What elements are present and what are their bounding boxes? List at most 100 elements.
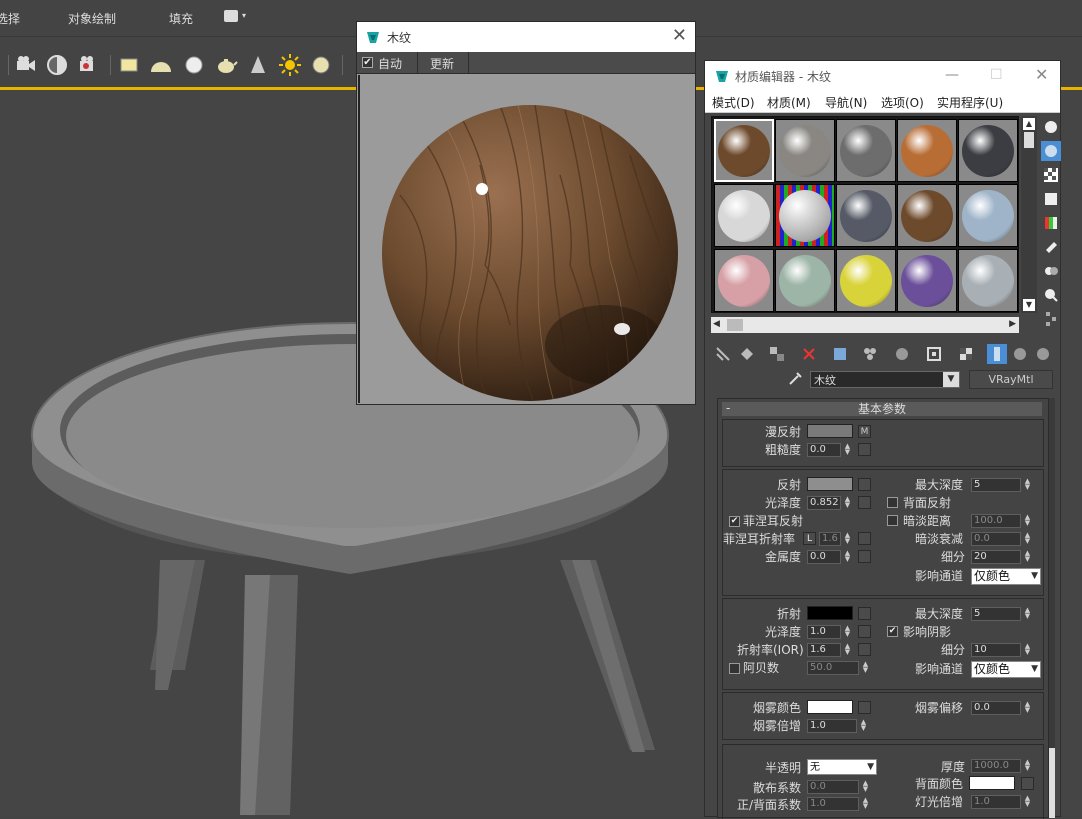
- background-checker-icon[interactable]: [1041, 165, 1061, 185]
- material-map-navigator-icon[interactable]: [1041, 309, 1061, 329]
- dim-distance-checkbox[interactable]: [887, 515, 898, 526]
- menu-select[interactable]: 选择: [0, 10, 20, 27]
- metalness-spinner[interactable]: 0.0 ▲ ▼: [807, 550, 850, 564]
- video-color-check-icon[interactable]: [1041, 213, 1061, 233]
- affect-shadows-checkbox[interactable]: ✔: [887, 626, 898, 637]
- fresnel-ior-map-button[interactable]: [858, 532, 871, 545]
- material-slot[interactable]: [836, 119, 896, 182]
- abbe-spinner[interactable]: 50.0 ▲ ▼: [807, 661, 868, 675]
- refraction-color-swatch[interactable]: [807, 606, 853, 620]
- editor-titlebar[interactable]: 材质编辑器 - 木纹 — ☐ ✕: [705, 61, 1060, 91]
- refraction-max-depth-spinner[interactable]: 5 ▲ ▼: [971, 607, 1030, 621]
- material-editor-window[interactable]: 材质编辑器 - 木纹 — ☐ ✕ 模式(D) 材质(M) 导航(N) 选项(O)…: [704, 60, 1061, 819]
- material-slot[interactable]: [897, 119, 957, 182]
- teapot-icon[interactable]: [213, 52, 239, 78]
- material-id-icon[interactable]: [892, 344, 912, 364]
- fresnel-checkbox[interactable]: ✔: [729, 516, 740, 527]
- ior-map-button[interactable]: [858, 643, 871, 656]
- material-slot[interactable]: [958, 184, 1018, 247]
- material-slot[interactable]: [714, 119, 774, 182]
- sun-icon[interactable]: [277, 52, 303, 78]
- dome-icon[interactable]: [148, 52, 174, 78]
- make-preview-icon[interactable]: [1041, 237, 1061, 257]
- refr-gloss-map-button[interactable]: [858, 625, 871, 638]
- put-material-icon[interactable]: [737, 344, 757, 364]
- refraction-map-button[interactable]: [858, 607, 871, 620]
- auto-checkbox[interactable]: ✔: [362, 57, 373, 68]
- fog-color-swatch[interactable]: [807, 700, 853, 714]
- menu-navigation[interactable]: 导航(N): [825, 94, 867, 111]
- rollout-header[interactable]: - 基本参数: [722, 401, 1042, 416]
- cone-icon[interactable]: [245, 52, 271, 78]
- material-slot[interactable]: [775, 249, 835, 312]
- material-slot[interactable]: [897, 249, 957, 312]
- material-slot[interactable]: [897, 184, 957, 247]
- material-slot[interactable]: [958, 249, 1018, 312]
- diffuse-map-button[interactable]: M: [858, 425, 871, 438]
- back-reflect-checkbox[interactable]: [887, 497, 898, 508]
- material-slot[interactable]: [714, 249, 774, 312]
- slots-vertical-scrollbar[interactable]: ▲ ▼: [1021, 116, 1037, 313]
- roughness-map-button[interactable]: [858, 443, 871, 456]
- reflection-gloss-spinner[interactable]: 0.852 ▲ ▼: [807, 496, 850, 510]
- scatter-spinner[interactable]: 0.0 ▲ ▼: [807, 780, 868, 794]
- render-camera-icon[interactable]: [76, 52, 102, 78]
- background-icon[interactable]: [1033, 344, 1053, 364]
- display-dropdown-icon[interactable]: [224, 10, 238, 22]
- material-slot[interactable]: [775, 119, 835, 182]
- diffuse-color-swatch[interactable]: [807, 424, 853, 438]
- delete-icon[interactable]: [799, 344, 819, 364]
- reflection-max-depth-spinner[interactable]: 5 ▲ ▼: [971, 478, 1030, 492]
- back-color-map-button[interactable]: [1021, 777, 1034, 790]
- select-by-material-icon[interactable]: [1041, 285, 1061, 305]
- fog-map-button[interactable]: [858, 701, 871, 714]
- material-slot[interactable]: [714, 184, 774, 247]
- menu-mode[interactable]: 模式(D): [712, 94, 755, 111]
- abbe-checkbox[interactable]: [729, 663, 740, 674]
- scroll-left-icon[interactable]: ◀: [713, 319, 720, 329]
- go-to-parent-icon[interactable]: [987, 344, 1007, 364]
- reflection-affect-channels-select[interactable]: 仅颜色 ▼: [971, 568, 1041, 585]
- show-map-icon[interactable]: [924, 344, 944, 364]
- reflection-subdivs-spinner[interactable]: 20 ▲ ▼: [971, 550, 1030, 564]
- chevron-down-icon[interactable]: ▼: [943, 372, 959, 387]
- disc-icon[interactable]: [308, 52, 334, 78]
- backlight-icon[interactable]: [1041, 141, 1061, 161]
- render-setup-icon[interactable]: [44, 52, 70, 78]
- metalness-map-button[interactable]: [858, 550, 871, 563]
- fog-multiplier-spinner[interactable]: 1.0 ▲ ▼: [807, 719, 866, 733]
- dim-distance-spinner[interactable]: 100.0 ▲ ▼: [971, 514, 1030, 528]
- roughness-spinner[interactable]: 0.0 ▲ ▼: [807, 443, 850, 457]
- material-slot[interactable]: [775, 184, 835, 247]
- params-scrollbar[interactable]: [1049, 398, 1055, 818]
- sample-uv-icon[interactable]: [1041, 189, 1061, 209]
- make-unique-icon[interactable]: [830, 344, 850, 364]
- params-scroll-thumb[interactable]: [1049, 748, 1055, 818]
- close-icon[interactable]: ✕: [672, 25, 687, 46]
- show-end-result-icon[interactable]: [956, 344, 976, 364]
- menu-object-paint[interactable]: 对象绘制: [68, 10, 116, 27]
- menu-utilities[interactable]: 实用程序(U): [937, 94, 1003, 111]
- options-icon[interactable]: [1041, 261, 1061, 281]
- refraction-subdivs-spinner[interactable]: 10 ▲ ▼: [971, 643, 1030, 657]
- reflection-map-button[interactable]: [858, 478, 871, 491]
- material-type-button[interactable]: VRayMtl: [969, 370, 1053, 389]
- preview-titlebar[interactable]: 木纹 ✕: [357, 22, 695, 52]
- scroll-right-icon[interactable]: ▶: [1009, 319, 1016, 329]
- menu-options[interactable]: 选项(O): [881, 94, 924, 111]
- back-color-swatch[interactable]: [969, 776, 1015, 790]
- hscroll-thumb[interactable]: [727, 319, 743, 331]
- fresnel-ior-lock-button[interactable]: L: [803, 532, 816, 545]
- sample-type-icon[interactable]: [1041, 117, 1061, 137]
- reflection-color-swatch[interactable]: [807, 477, 853, 491]
- plane-icon[interactable]: [116, 52, 142, 78]
- camera-icon[interactable]: [13, 52, 39, 78]
- fresnel-ior-spinner[interactable]: 1.6 ▲ ▼: [819, 532, 850, 546]
- scroll-down-icon[interactable]: ▼: [1023, 299, 1035, 311]
- thickness-spinner[interactable]: 1000.0 ▲ ▼: [971, 759, 1030, 773]
- fog-bias-spinner[interactable]: 0.0 ▲ ▼: [971, 701, 1030, 715]
- gloss-map-button[interactable]: [858, 496, 871, 509]
- material-preview-window[interactable]: 木纹 ✕ ✔ 自动 更新: [356, 21, 696, 405]
- menu-material[interactable]: 材质(M): [767, 94, 811, 111]
- scroll-thumb[interactable]: [1024, 132, 1034, 148]
